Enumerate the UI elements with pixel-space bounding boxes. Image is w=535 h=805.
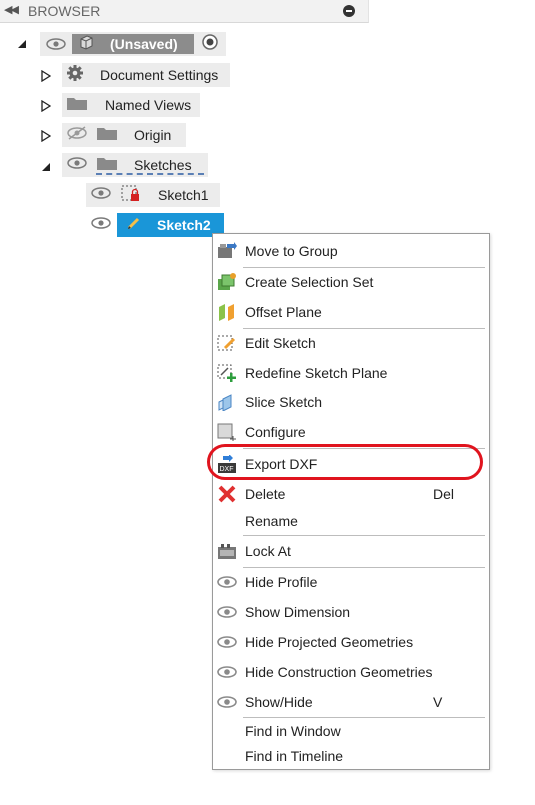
menu-item-label: Find in Timeline [245, 748, 344, 764]
menu-item-label: Edit Sketch [245, 335, 316, 351]
eye-icon [217, 573, 237, 591]
gear-icon [66, 64, 84, 87]
menu-separator [243, 567, 485, 568]
menu-item-move-to-group[interactable]: Move to Group [213, 239, 489, 263]
selected-item-highlight[interactable]: Sketch2 [117, 213, 224, 237]
activate-radio-icon[interactable] [202, 33, 218, 55]
collapse-panel-icon[interactable]: ◀◀ [4, 3, 19, 16]
menu-item-find-in-timeline[interactable]: Find in Timeline [213, 744, 489, 768]
collapse-sketches-icon[interactable] [41, 159, 51, 177]
configure-icon [217, 423, 237, 441]
redefine-plane-icon [217, 364, 237, 382]
tree-item-label: Document Settings [100, 67, 219, 83]
menu-item-label: Find in Window [245, 723, 341, 739]
browser-title: BROWSER [28, 3, 101, 19]
menu-item-shortcut: V [433, 694, 443, 710]
expand-document-settings-icon[interactable] [41, 69, 52, 87]
expand-origin-icon[interactable] [41, 129, 52, 147]
menu-item-hide-construction-geometries[interactable]: Hide Construction Geometries [213, 660, 489, 684]
sketch-locked-icon [120, 183, 142, 208]
menu-item-redefine-sketch-plane[interactable]: Redefine Sketch Plane [213, 361, 489, 385]
menu-item-label: Redefine Sketch Plane [245, 365, 388, 381]
tree-item-label: Sketches [134, 157, 192, 173]
drop-target-indicator [96, 173, 204, 175]
visibility-eye-icon[interactable] [66, 156, 88, 175]
menu-item-show-dimension[interactable]: Show Dimension [213, 600, 489, 624]
menu-item-label: Rename [245, 513, 298, 529]
selection-set-icon [217, 273, 237, 291]
menu-item-label: Delete [245, 486, 286, 502]
highlight-ring [207, 444, 483, 480]
visibility-eye-icon[interactable] [90, 216, 112, 235]
slice-sketch-icon [217, 393, 237, 412]
menu-item-label: Move to Group [245, 243, 338, 259]
menu-item-label: Create Selection Set [245, 274, 374, 290]
delete-icon [217, 485, 237, 503]
menu-item-label: Slice Sketch [245, 394, 323, 410]
root-label: (Unsaved) [110, 36, 178, 52]
tree-item-label: Origin [134, 127, 172, 143]
tree-item-sketch1[interactable]: Sketch1 [86, 183, 220, 207]
menu-item-label: Hide Construction Geometries [245, 664, 433, 680]
sketch-edit-icon [125, 214, 143, 237]
menu-item-shortcut: Del [433, 486, 455, 502]
menu-item-delete[interactable]: Delete Del [213, 482, 489, 506]
offset-plane-icon [217, 303, 237, 321]
menu-item-show-hide[interactable]: Show/Hide V [213, 690, 489, 714]
edit-sketch-icon [217, 334, 237, 352]
menu-item-label: Configure [245, 424, 306, 440]
tree-item-document-settings[interactable]: Document Settings [62, 63, 230, 87]
hidden-eye-icon[interactable] [66, 125, 88, 145]
menu-item-label: Lock At [245, 543, 291, 559]
menu-item-create-selection-set[interactable]: Create Selection Set [213, 270, 489, 294]
visibility-eye-icon[interactable] [46, 38, 66, 50]
tree-item-label: Sketch1 [158, 187, 209, 203]
menu-separator [243, 328, 485, 329]
root-name-box[interactable]: (Unsaved) [72, 34, 194, 54]
browser-header: ◀◀ BROWSER [0, 0, 369, 23]
eye-icon [217, 693, 237, 711]
eye-icon [217, 603, 237, 621]
menu-item-configure[interactable]: Configure [213, 420, 489, 444]
menu-item-label: Show Dimension [245, 604, 351, 620]
menu-item-lock-at[interactable]: Lock At [213, 539, 489, 563]
menu-separator [243, 717, 485, 718]
menu-item-edit-sketch[interactable]: Edit Sketch [213, 331, 489, 355]
eye-icon [217, 633, 237, 651]
menu-item-hide-profile[interactable]: Hide Profile [213, 570, 489, 594]
menu-item-label: Offset Plane [245, 304, 322, 320]
context-menu: Move to Group Create Selection Set Offse… [212, 233, 490, 770]
expand-named-views-icon[interactable] [41, 99, 52, 117]
menu-item-hide-projected-geometries[interactable]: Hide Projected Geometries [213, 630, 489, 654]
menu-item-find-in-window[interactable]: Find in Window [213, 719, 489, 743]
tree-item-label: Sketch2 [157, 217, 211, 233]
move-to-group-icon [217, 242, 237, 260]
menu-item-slice-sketch[interactable]: Slice Sketch [213, 390, 489, 414]
tree-root[interactable]: (Unsaved) [40, 32, 226, 56]
menu-item-label: Hide Projected Geometries [245, 634, 414, 650]
panel-menu-icon[interactable] [343, 5, 355, 17]
tree-item-sketch2[interactable]: Sketch2 [86, 213, 224, 237]
tree-item-label: Named Views [105, 97, 192, 113]
root-expand-icon[interactable] [17, 36, 27, 54]
folder-icon [66, 95, 88, 116]
tree-item-origin[interactable]: Origin [62, 123, 186, 147]
menu-item-rename[interactable]: Rename [213, 509, 489, 533]
tree-item-named-views[interactable]: Named Views [62, 93, 200, 117]
menu-item-label: Show/Hide [245, 694, 313, 710]
menu-separator [243, 267, 485, 268]
folder-icon [96, 125, 118, 146]
menu-separator [243, 535, 485, 536]
lock-at-icon [217, 542, 237, 560]
menu-item-offset-plane[interactable]: Offset Plane [213, 300, 489, 324]
menu-item-label: Hide Profile [245, 574, 318, 590]
eye-icon [217, 663, 237, 681]
visibility-eye-icon[interactable] [90, 186, 112, 205]
component-icon [78, 34, 94, 55]
